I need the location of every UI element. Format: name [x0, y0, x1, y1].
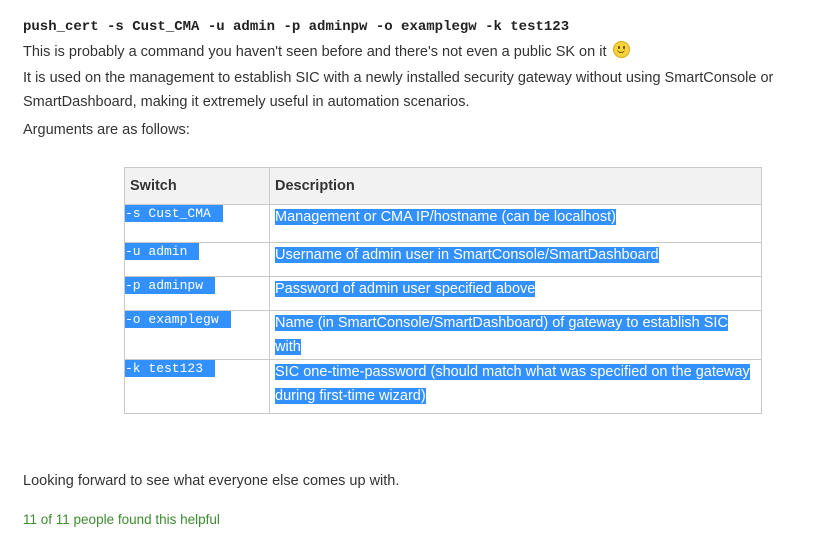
intro-line-1: This is probably a command you haven't s…: [23, 44, 607, 60]
arguments-heading: Arguments are as follows:: [23, 122, 190, 138]
table-row: -o examplegw Name (in SmartConsole/Smart…: [124, 310, 762, 360]
switch-code[interactable]: -k test123: [125, 360, 216, 377]
header-switch: Switch: [124, 167, 270, 205]
description-text[interactable]: Username of admin user in SmartConsole/S…: [275, 247, 659, 263]
intro-paragraph-1: This is probably a command you haven't s…: [23, 40, 813, 64]
switch-code[interactable]: -u admin: [125, 243, 200, 260]
description-text[interactable]: SIC one-time-password (should match what…: [275, 364, 750, 404]
table-row: -k test123 SIC one-time-password (should…: [124, 359, 762, 414]
table-row: -p adminpw Password of admin user specif…: [124, 276, 762, 311]
table-row: -u admin Username of admin user in Smart…: [124, 242, 762, 277]
description-text[interactable]: Name (in SmartConsole/SmartDashboard) of…: [275, 315, 728, 355]
arguments-table: Switch Description -s Cust_CMA Managemen…: [124, 167, 762, 414]
smiley-icon: [612, 41, 630, 58]
description-text[interactable]: Password of admin user specified above: [275, 281, 536, 297]
table-header-row: Switch Description: [124, 167, 762, 205]
switch-code[interactable]: -s Cust_CMA: [125, 205, 223, 222]
switch-code[interactable]: -p adminpw: [125, 277, 216, 294]
command-text: push_cert -s Cust_CMA -u admin -p adminp…: [23, 19, 570, 35]
header-description: Description: [269, 167, 762, 205]
description-text[interactable]: Management or CMA IP/hostname (can be lo…: [275, 209, 616, 225]
helpful-count[interactable]: 11 of 11 people found this helpful: [23, 512, 220, 527]
closing-paragraph: Looking forward to see what everyone els…: [23, 473, 400, 489]
table-row: -s Cust_CMA Management or CMA IP/hostnam…: [124, 204, 762, 243]
switch-code[interactable]: -o examplegw: [125, 311, 231, 328]
intro-paragraph-2: It is used on the management to establis…: [23, 70, 774, 110]
